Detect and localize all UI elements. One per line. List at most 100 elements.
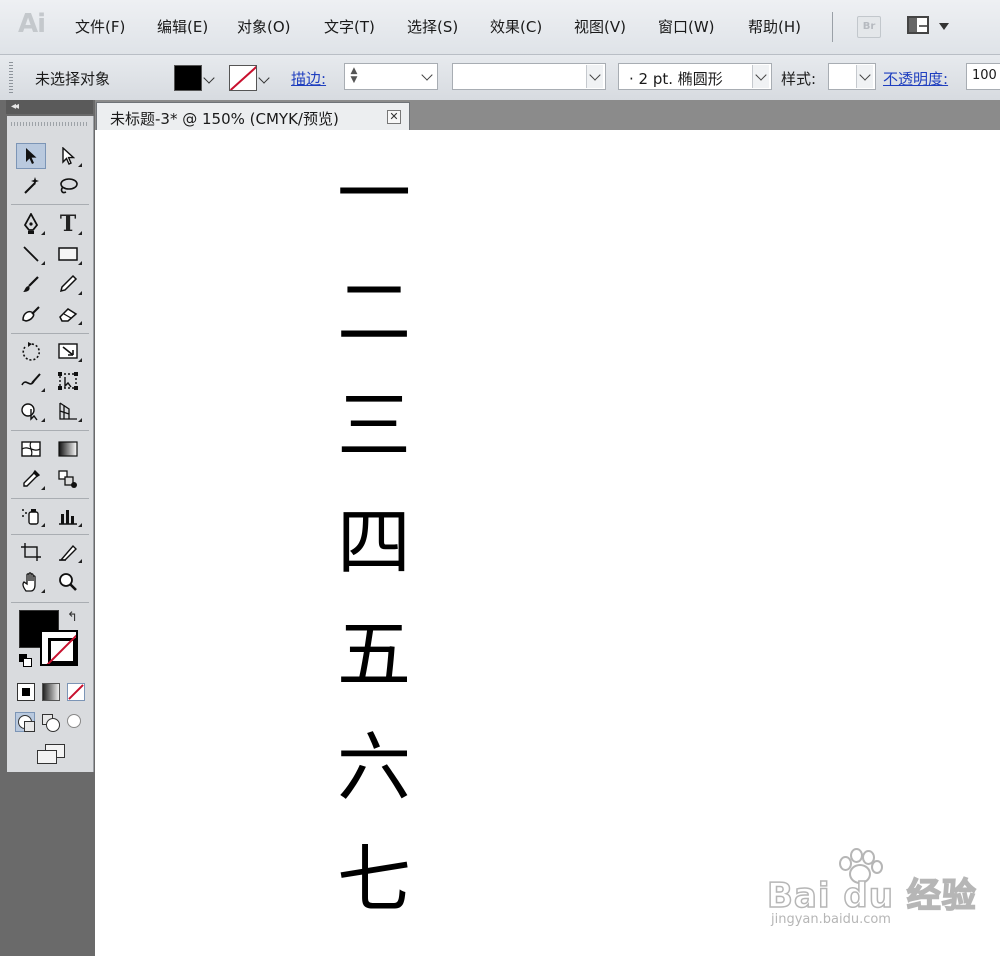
fill-color-swatch[interactable] (174, 65, 202, 91)
text-glyph[interactable]: 七 (334, 843, 414, 917)
swap-fill-stroke-icon[interactable]: ↰ (67, 610, 78, 625)
menu-view[interactable]: 视图(V) (574, 16, 626, 37)
hand-icon[interactable] (16, 569, 46, 595)
brush-definition-value: · 2 pt. 椭圆形 (629, 70, 723, 88)
watermark-url: jingyan.baidu.com (771, 912, 891, 927)
text-glyph[interactable]: 二 (334, 276, 414, 350)
pencil-icon[interactable] (53, 271, 83, 297)
stroke-swatch[interactable] (40, 630, 78, 666)
blob-brush-icon[interactable] (16, 301, 46, 327)
free-transform-icon[interactable] (53, 368, 83, 394)
stroke-weight-field[interactable]: ▲ ▼ (344, 63, 438, 90)
rectangle-icon[interactable] (53, 241, 83, 267)
brush-definition-field[interactable]: · 2 pt. 椭圆形 (618, 63, 772, 90)
menu-help[interactable]: 帮助(H) (748, 16, 801, 37)
draw-normal-icon[interactable] (15, 712, 35, 732)
stroke-dropdown-chevron-icon[interactable] (258, 65, 272, 89)
stroke-none-swatch[interactable] (229, 65, 257, 91)
tools-panel-header[interactable]: ◂◂ (6, 100, 93, 114)
tools-panel: T ↰ (7, 116, 94, 772)
tools-divider (11, 602, 89, 603)
variable-width-profile-field[interactable] (452, 63, 606, 90)
collapse-icon[interactable]: ◂◂ (11, 100, 19, 114)
scale-icon[interactable] (53, 338, 83, 364)
blend-icon[interactable] (53, 466, 83, 492)
menu-type[interactable]: 文字(T) (324, 16, 375, 37)
direct-selection-icon[interactable] (53, 143, 83, 169)
gradient-icon[interactable] (53, 436, 83, 462)
eyedropper-icon[interactable] (16, 466, 46, 492)
text-glyph[interactable]: 一 (334, 157, 414, 231)
menu-select[interactable]: 选择(S) (407, 16, 458, 37)
zoom-icon[interactable] (53, 569, 83, 595)
tools-panel-grip[interactable] (11, 122, 89, 126)
control-bar-grip[interactable] (9, 62, 13, 94)
style-label: 样式: (781, 70, 817, 88)
fill-dropdown-chevron-icon[interactable] (203, 65, 217, 89)
menu-object[interactable]: 对象(O) (237, 16, 291, 37)
chevron-down-icon[interactable] (752, 65, 769, 88)
close-icon[interactable]: ✕ (387, 110, 401, 124)
tools-divider (11, 430, 89, 431)
artboard-canvas[interactable]: 一 二 三 四 五 六 七 (95, 130, 1000, 956)
magic-wand-icon[interactable] (16, 173, 46, 199)
text-glyph[interactable]: 六 (334, 731, 414, 805)
eraser-icon[interactable] (53, 301, 83, 327)
screen-mode-icon[interactable] (35, 744, 67, 766)
line-segment-icon[interactable] (16, 241, 46, 267)
none-mode-icon[interactable] (67, 683, 85, 701)
text-glyph[interactable]: 四 (334, 506, 414, 580)
menu-file[interactable]: 文件(F) (75, 16, 125, 37)
watermark: Bai du 经验 jingyan.baidu.com (765, 846, 976, 936)
menu-window[interactable]: 窗口(W) (658, 16, 715, 37)
tools-divider (11, 534, 89, 535)
control-bar: 未选择对象 描边: ▲ ▼ · 2 pt. 椭圆形 样式: 不透明度: 100 (0, 55, 1000, 101)
workspace-switcher[interactable] (907, 14, 957, 40)
opacity-panel-link[interactable]: 不透明度: (883, 68, 948, 89)
chevron-down-icon[interactable] (856, 65, 873, 88)
text-glyph[interactable]: 五 (334, 618, 414, 692)
draw-inside-icon[interactable] (65, 712, 85, 732)
menu-effect[interactable]: 效果(C) (490, 16, 542, 37)
perspective-grid-icon[interactable] (53, 398, 83, 424)
watermark-wordmark: Bai du 经验 (766, 875, 977, 917)
warp-icon[interactable] (16, 368, 46, 394)
document-tab-title: 未标题-3* @ 150% (CMYK/预览) (110, 110, 339, 128)
color-mode-icon[interactable] (17, 683, 35, 701)
graphic-style-field[interactable] (828, 63, 876, 90)
stepper-icon[interactable]: ▲ ▼ (349, 67, 359, 86)
app-logo: Ai (18, 9, 46, 39)
chevron-down-icon[interactable] (419, 65, 435, 88)
text-glyph[interactable]: 三 (334, 389, 414, 463)
document-tab[interactable]: 未标题-3* @ 150% (CMYK/预览) ✕ (96, 102, 410, 130)
lasso-icon[interactable] (53, 173, 83, 199)
pen-icon[interactable] (16, 211, 46, 237)
stroke-panel-link[interactable]: 描边: (291, 68, 326, 89)
menu-edit[interactable]: 编辑(E) (157, 16, 208, 37)
document-tab-bar: 未标题-3* @ 150% (CMYK/预览) ✕ (95, 100, 1000, 130)
menu-divider (832, 12, 833, 42)
mesh-icon[interactable] (16, 436, 46, 462)
tools-divider (11, 498, 89, 499)
gradient-mode-icon[interactable] (42, 683, 60, 701)
workspace-icon (907, 16, 929, 34)
column-graph-icon[interactable] (53, 503, 83, 529)
type-icon[interactable]: T (53, 211, 83, 237)
symbol-sprayer-icon[interactable] (16, 503, 46, 529)
tools-divider (11, 333, 89, 334)
draw-behind-icon[interactable] (40, 712, 60, 732)
default-fill-stroke-icon[interactable] (19, 654, 32, 667)
chevron-down-icon[interactable] (586, 65, 603, 88)
opacity-input[interactable]: 100 (966, 63, 1000, 90)
slice-icon[interactable] (53, 539, 83, 565)
rotate-icon[interactable] (16, 338, 46, 364)
bridge-button[interactable]: Br (857, 16, 881, 38)
chevron-down-icon (939, 23, 949, 30)
selection-icon[interactable] (16, 143, 46, 169)
menu-bar: Ai 文件(F) 编辑(E) 对象(O) 文字(T) 选择(S) 效果(C) 视… (0, 0, 1000, 55)
artboard-icon[interactable] (16, 539, 46, 565)
shape-builder-icon[interactable] (16, 398, 46, 424)
selection-status: 未选择对象 (35, 70, 111, 88)
tools-divider (11, 204, 89, 205)
paintbrush-icon[interactable] (16, 271, 46, 297)
